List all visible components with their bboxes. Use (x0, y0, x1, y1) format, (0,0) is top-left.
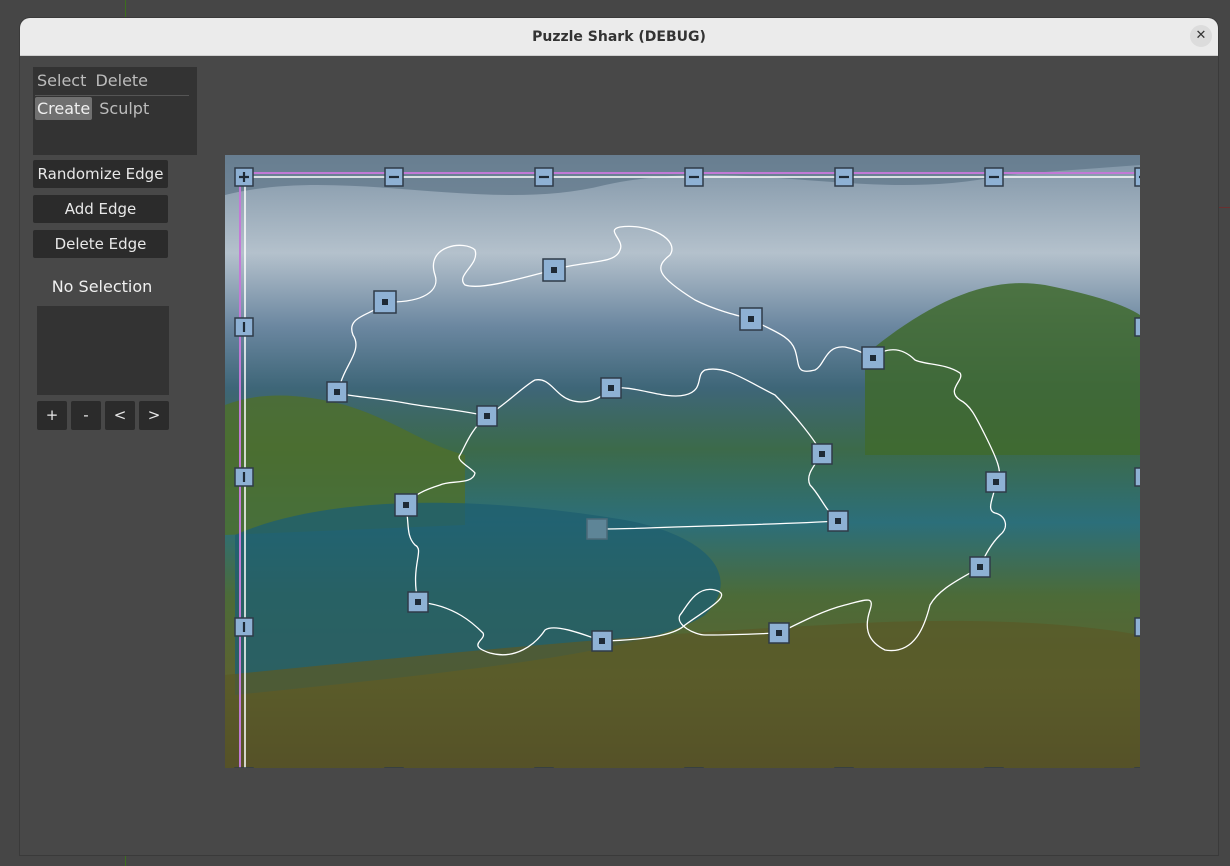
tool-row-2: Create Sculpt (35, 97, 151, 123)
hills-right (865, 283, 1140, 455)
remove-item-button[interactable]: - (71, 401, 101, 430)
tool-row-divider (35, 95, 189, 96)
tool-delete[interactable]: Delete (93, 69, 150, 92)
guide-line-top (125, 0, 126, 18)
delete-edge-button[interactable]: Delete Edge (33, 230, 168, 258)
app-window: Puzzle Shark (DEBUG) ✕ Select Delete Cre… (20, 18, 1218, 855)
tool-row-1: Select Delete (35, 69, 150, 95)
tool-mode-panel: Select Delete Create Sculpt (33, 67, 197, 155)
window-title: Puzzle Shark (DEBUG) (532, 28, 706, 45)
guide-line-bottom (125, 855, 126, 866)
tool-sculpt[interactable]: Sculpt (97, 97, 151, 120)
tool-select[interactable]: Select (35, 69, 88, 92)
randomize-edge-button[interactable]: Randomize Edge (33, 160, 168, 188)
title-bar: Puzzle Shark (DEBUG) ✕ (20, 18, 1218, 56)
selection-list[interactable] (37, 306, 169, 395)
guide-line-right (1218, 207, 1230, 208)
add-edge-button[interactable]: Add Edge (33, 195, 168, 223)
add-item-button[interactable]: + (37, 401, 67, 430)
puzzle-overlay (225, 155, 1140, 768)
next-button[interactable]: > (139, 401, 169, 430)
previous-button[interactable]: < (105, 401, 135, 430)
close-button[interactable]: ✕ (1190, 25, 1212, 47)
tool-create[interactable]: Create (35, 97, 93, 120)
selection-label: No Selection (51, 277, 153, 296)
puzzle-canvas[interactable] (225, 155, 1140, 768)
